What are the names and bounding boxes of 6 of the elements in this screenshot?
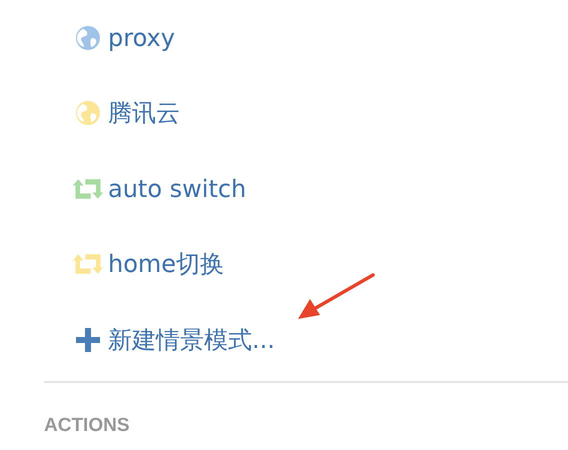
profile-label[interactable]: 新建情景模式... bbox=[108, 324, 275, 356]
profile-label[interactable]: auto switch bbox=[108, 174, 246, 203]
profile-label[interactable]: proxy bbox=[108, 24, 175, 52]
profile-label[interactable]: home切换 bbox=[108, 248, 224, 280]
profile-label[interactable]: 腾讯云 bbox=[108, 97, 180, 130]
section-heading: ACTIONS bbox=[44, 414, 130, 436]
